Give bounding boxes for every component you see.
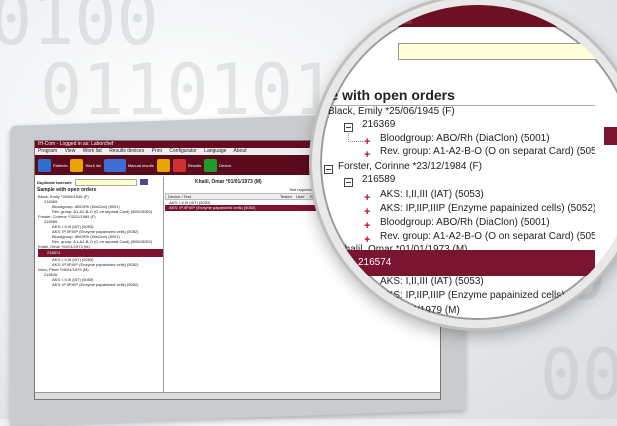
- col-tested[interactable]: Tested: [278, 194, 294, 199]
- toolbar-print-button[interactable]: [156, 158, 170, 173]
- magnifier-lens: e ple with open orders Black, Emily *25/…: [312, 0, 617, 328]
- red-cross-icon: +: [364, 149, 371, 161]
- tree-connector: [348, 131, 363, 142]
- red-cross-icon: +: [364, 220, 371, 232]
- collapse-icon[interactable]: [344, 178, 353, 187]
- lens-sample-id[interactable]: 216369: [362, 119, 395, 130]
- toolbar-results-button[interactable]: Results: [172, 158, 202, 173]
- lens-selected-sample-id: 216574: [358, 257, 392, 268]
- duplicate-barcode-row: Duplicate barcode: [35, 177, 163, 187]
- toolbar-patients-label: Patients: [53, 162, 68, 168]
- barcode-input[interactable]: [74, 178, 137, 186]
- lens-test-row[interactable]: Rev. group: A1-A2-B-O (O on separat Card…: [380, 146, 617, 157]
- window-title: IH-Com - Logged in as: Laborchef: [38, 141, 114, 147]
- toolbar-worklist-label: Work list: [85, 162, 101, 168]
- bg-digits-1: 0100: [0, 0, 159, 61]
- lens-patient-row[interactable]: r *05/04/1979 (M): [382, 305, 460, 316]
- print-icon: [156, 158, 170, 172]
- tree-sample-id-selected[interactable]: 216574: [38, 249, 163, 257]
- lens-toolbar-icon: [324, 8, 350, 24]
- red-cross-icon: +: [364, 206, 371, 218]
- device-icon: [204, 158, 218, 172]
- lens-patient-row[interactable]: Black, Emily *25/06/1945 (F): [328, 106, 455, 117]
- menu-results-devices[interactable]: Results devices: [109, 148, 144, 154]
- col-user[interactable]: User: [294, 194, 308, 199]
- toolbar-manual-results-label: Manual results: [127, 162, 154, 168]
- status-bar: [35, 392, 440, 399]
- results-icon: [172, 158, 186, 172]
- tree-test[interactable]: AKS: IP,IIP,IIIP (Enzyme papainized cell…: [38, 282, 163, 287]
- red-cross-icon: +: [364, 279, 371, 291]
- lens-toolbar-icon: [386, 8, 412, 24]
- worklist-icon: [70, 158, 84, 172]
- menu-about[interactable]: About: [234, 148, 247, 154]
- lens-test-row[interactable]: AKS: I,II,III (IAT) (5053): [380, 189, 484, 200]
- lens-barcode-input[interactable]: [398, 43, 617, 60]
- lens-test-row[interactable]: Bloodgroup: ABO/Rh (DiaClon) (5001): [380, 133, 550, 144]
- duplicate-barcode-label: Duplicate barcode: [37, 179, 72, 185]
- lens-panel-title: ple with open orders: [318, 87, 455, 103]
- lens-test-row[interactable]: AKS: IP,IIP,IIIP (Enzyme papainized cell…: [380, 203, 596, 214]
- menu-configurator[interactable]: Configurator: [169, 148, 197, 154]
- lens-label-fragment: e: [352, 47, 359, 59]
- lens-test-row[interactable]: AKS: IP,IIP,IIIP (Enzyme papainized cell…: [380, 290, 596, 301]
- bg-digits-4: 000: [540, 334, 617, 416]
- lens-sample-id[interactable]: 216589: [362, 174, 395, 185]
- lens-test-row[interactable]: Bloodgroup: ABO/Rh (DiaClon) (5001): [380, 217, 550, 228]
- lens-selected-grid-row: [604, 127, 617, 145]
- manual-results-icon: [103, 158, 126, 172]
- collapse-icon[interactable]: [342, 259, 351, 268]
- lens-toolbar-strip: [320, 5, 617, 27]
- toolbar-device-button[interactable]: Device: [204, 158, 231, 173]
- patients-icon: [38, 158, 51, 172]
- lens-selected-sample-row[interactable]: 216574: [320, 250, 617, 276]
- toolbar-patients-button[interactable]: Patients: [38, 158, 67, 173]
- lens-toolbar-icon: [356, 8, 382, 24]
- toolbar-device-label: Device: [219, 162, 232, 168]
- red-cross-icon: +: [364, 192, 371, 204]
- lens-patient-row[interactable]: Forster, Corinne *23/12/1984 (F): [338, 161, 482, 172]
- red-cross-icon: +: [364, 136, 371, 148]
- menu-view[interactable]: View: [65, 148, 76, 154]
- menu-language[interactable]: Language: [204, 148, 226, 154]
- toolbar-results-label: Results: [187, 162, 202, 168]
- toolbar-worklist-button[interactable]: Work list: [70, 158, 101, 173]
- red-cross-icon: +: [364, 293, 371, 305]
- menu-print[interactable]: Print: [152, 148, 162, 154]
- barcode-search-button[interactable]: [139, 179, 148, 185]
- col-device-test[interactable]: Device / Test: [166, 194, 278, 199]
- lens-test-row[interactable]: AKS: I,II,III (IAT) (5053): [380, 276, 484, 287]
- collapse-icon[interactable]: [324, 165, 333, 174]
- menu-program[interactable]: Program: [38, 148, 57, 154]
- menu-work-list[interactable]: Work list: [83, 148, 102, 154]
- sample-panel: Duplicate barcode Sample with open order…: [35, 177, 164, 399]
- sample-panel-title: Sample with open orders: [37, 187, 97, 193]
- lens-test-row[interactable]: Rev. group: A1-A2-B-O (O on separat Card…: [380, 231, 617, 242]
- sample-tree: Black, Emily *25/06/1945 (F) 216369 Bloo…: [35, 194, 163, 287]
- toolbar-manual-results-button[interactable]: Manual results: [103, 158, 154, 173]
